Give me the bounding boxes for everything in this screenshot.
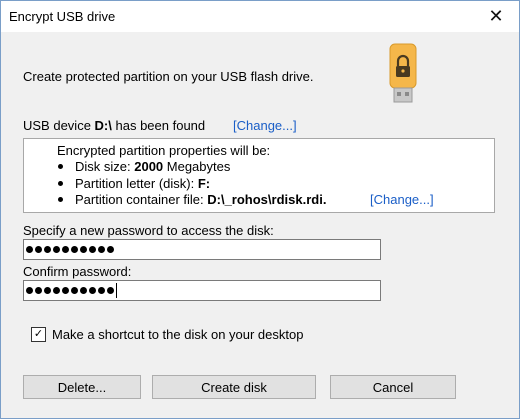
partition-letter-value: F: bbox=[197, 176, 211, 191]
password-dot bbox=[89, 287, 96, 294]
password-dot bbox=[35, 246, 42, 253]
create-disk-button[interactable]: Create disk bbox=[152, 375, 316, 399]
password-dot bbox=[26, 287, 33, 294]
container-file-item: Partition container file: D:\_rohos\rdis… bbox=[58, 192, 326, 207]
window-title: Encrypt USB drive bbox=[9, 9, 116, 24]
bullet bbox=[58, 197, 63, 203]
checkmark-icon: ✓ bbox=[33, 328, 44, 340]
password-input[interactable] bbox=[23, 239, 381, 260]
partition-letter-label: Partition letter (disk): bbox=[75, 176, 198, 191]
password-dot bbox=[62, 246, 69, 253]
password-dot bbox=[62, 287, 69, 294]
password-dot bbox=[26, 246, 33, 253]
dialog-body: Create protected partition on your USB f… bbox=[1, 32, 519, 418]
usb-lock-icon bbox=[389, 43, 417, 103]
change-usb-link[interactable]: [Change...] bbox=[233, 118, 297, 133]
confirm-password-label: Confirm password: bbox=[23, 264, 132, 279]
disk-size-value: 2000 bbox=[134, 159, 164, 174]
password-dot bbox=[53, 246, 60, 253]
usb-device-status: USB device D:\ has been found bbox=[23, 118, 205, 133]
close-icon: ✕ bbox=[488, 6, 504, 26]
password-dot bbox=[107, 246, 114, 253]
disk-size-unit: Megabytes bbox=[163, 159, 231, 174]
change-container-link[interactable]: [Change...] bbox=[370, 192, 434, 207]
usb-suffix: has been found bbox=[111, 118, 206, 133]
password-dot bbox=[98, 287, 105, 294]
password-mask bbox=[26, 246, 114, 253]
confirm-password-input[interactable] bbox=[23, 280, 381, 301]
encrypt-usb-dialog: Encrypt USB drive ✕ Create protected par… bbox=[0, 0, 520, 419]
password-dot bbox=[80, 287, 87, 294]
text-caret bbox=[116, 283, 117, 298]
cancel-button[interactable]: Cancel bbox=[330, 375, 456, 399]
shortcut-label[interactable]: Make a shortcut to the disk on your desk… bbox=[52, 327, 303, 342]
password-dot bbox=[44, 287, 51, 294]
password-dot bbox=[98, 246, 105, 253]
container-file-label: Partition container file: bbox=[75, 192, 208, 207]
bullet bbox=[58, 164, 63, 170]
properties-heading: Encrypted partition properties will be: bbox=[57, 143, 271, 158]
password-dot bbox=[35, 287, 42, 294]
password-dot bbox=[71, 287, 78, 294]
usb-prefix: USB device bbox=[23, 118, 95, 133]
confirm-password-mask bbox=[26, 287, 114, 294]
password-dot bbox=[107, 287, 114, 294]
container-file-value: D:\_rohos\rdisk.rdi. bbox=[207, 192, 327, 207]
bullet bbox=[58, 181, 63, 187]
disk-size-item: Disk size: 2000 Megabytes bbox=[58, 159, 230, 174]
password-dot bbox=[80, 246, 87, 253]
partition-letter-item: Partition letter (disk): F: bbox=[58, 176, 210, 191]
disk-size-label: Disk size: bbox=[75, 159, 135, 174]
usb-drive-letter: D:\ bbox=[94, 118, 112, 133]
partition-properties-box: Encrypted partition properties will be: … bbox=[23, 138, 495, 213]
shortcut-checkbox[interactable]: ✓ bbox=[31, 327, 46, 342]
title-bar: Encrypt USB drive ✕ bbox=[1, 1, 519, 32]
password-dot bbox=[44, 246, 51, 253]
password-label: Specify a new password to access the dis… bbox=[23, 223, 274, 238]
password-dot bbox=[89, 246, 96, 253]
password-dot bbox=[71, 246, 78, 253]
delete-button[interactable]: Delete... bbox=[23, 375, 141, 399]
intro-text: Create protected partition on your USB f… bbox=[23, 69, 314, 84]
close-button[interactable]: ✕ bbox=[473, 1, 519, 32]
password-dot bbox=[53, 287, 60, 294]
